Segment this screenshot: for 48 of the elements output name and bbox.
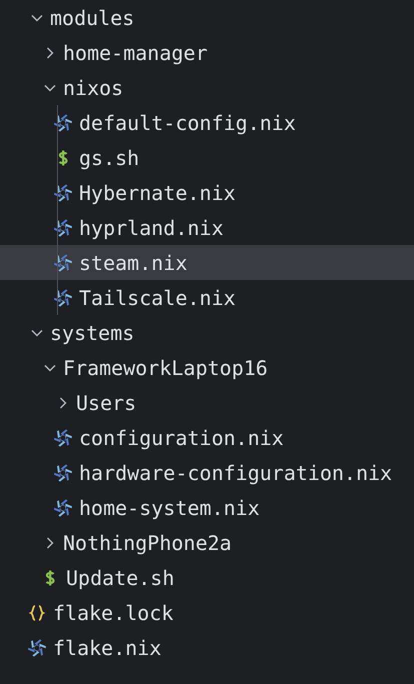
tree-row[interactable]: steam.nix (0, 245, 414, 280)
folder-name: Users (76, 390, 136, 416)
tree-row[interactable]: Users (0, 385, 414, 420)
tree-row[interactable]: home-system.nix (0, 490, 414, 525)
file-name: gs.sh (79, 144, 140, 172)
file-name: Update.sh (66, 564, 174, 592)
folder-name: FrameworkLaptop16 (63, 354, 268, 382)
tree-row[interactable]: Tailscale.nix (0, 280, 414, 315)
file-name: flake.lock (53, 600, 174, 626)
snowflake-icon (53, 462, 73, 482)
braces-icon (27, 602, 47, 622)
tree-row[interactable]: home-manager (0, 35, 414, 70)
file-name: configuration.nix (79, 424, 284, 452)
folder-name: home-manager (63, 40, 208, 66)
snowflake-icon (53, 428, 73, 448)
tree-row[interactable]: gs.sh (0, 140, 414, 175)
tree-row[interactable]: FrameworkLaptop16 (0, 350, 414, 385)
tree-row[interactable]: flake.lock (0, 595, 414, 630)
snowflake-icon (53, 498, 73, 518)
tree-row[interactable]: Hybernate.nix (0, 175, 414, 210)
file-name: hardware-configuration.nix (79, 460, 392, 486)
tree-row[interactable]: modules (0, 0, 414, 35)
folder-name: modules (50, 4, 134, 32)
file-name: flake.nix (53, 634, 162, 662)
folder-name: nixos (63, 74, 124, 102)
tree-row[interactable]: Update.sh (0, 560, 414, 595)
file-name: steam.nix (79, 250, 188, 276)
snowflake-icon (53, 252, 73, 272)
snowflake-icon (53, 112, 73, 132)
file-name: hyprland.nix (79, 214, 224, 242)
file-name: default-config.nix (79, 110, 296, 136)
tree-row[interactable]: hardware-configuration.nix (0, 455, 414, 490)
snowflake-icon (53, 182, 73, 202)
snowflake-icon (27, 638, 47, 658)
file-name: Hybernate.nix (79, 180, 236, 206)
file-name: home-system.nix (79, 494, 260, 522)
tree-row[interactable]: flake.nix (0, 630, 414, 665)
tree-row[interactable]: systems (0, 315, 414, 350)
tree-row[interactable]: default-config.nix (0, 105, 414, 140)
folder-name: systems (50, 320, 134, 346)
snowflake-icon (53, 218, 73, 238)
snowflake-icon (53, 288, 73, 308)
tree-row[interactable]: hyprland.nix (0, 210, 414, 245)
folder-name: NothingPhone2a (63, 530, 232, 556)
tree-row[interactable]: NothingPhone2a (0, 525, 414, 560)
tree-row[interactable]: nixos (0, 70, 414, 105)
file-name: Tailscale.nix (79, 284, 236, 312)
tree-row[interactable]: configuration.nix (0, 420, 414, 455)
